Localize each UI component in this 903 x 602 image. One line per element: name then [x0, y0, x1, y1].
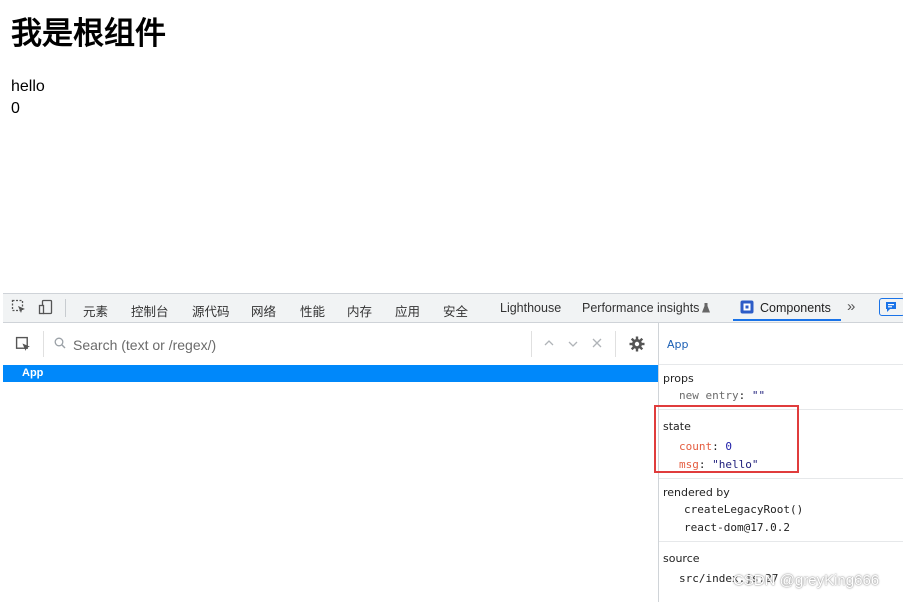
watermark: CSDN @greyKing666 [733, 572, 880, 589]
experiment-flask-icon [702, 303, 711, 313]
inspect-element-icon[interactable] [11, 299, 27, 315]
tab-network[interactable]: 网络 [251, 301, 276, 320]
gear-icon[interactable] [629, 336, 645, 352]
divider [659, 478, 903, 479]
state-highlight-box [654, 405, 799, 473]
clear-search-icon[interactable] [592, 338, 602, 348]
chat-icon [886, 302, 896, 312]
rendered-page: 我是根组件 hello 0 [0, 0, 903, 293]
divider [659, 364, 903, 365]
tab-performance[interactable]: 性能 [300, 301, 325, 320]
rendered-by-item[interactable]: react-dom@17.0.2 [684, 521, 790, 534]
chat-feedback-button[interactable] [879, 298, 903, 316]
tab-application[interactable]: 应用 [395, 301, 420, 320]
inspected-component-name: App [667, 338, 689, 351]
react-components-icon [740, 300, 754, 314]
tab-memory[interactable]: 内存 [347, 301, 372, 320]
tree-row-app[interactable]: App [3, 365, 658, 382]
component-tree-pane: App [3, 323, 659, 602]
tree-row-label: App [22, 367, 44, 379]
tab-lighthouse[interactable]: Lighthouse [500, 301, 561, 315]
page-heading: 我是根组件 [11, 16, 166, 52]
devtools-tabbar: 元素 控制台 源代码 网络 性能 内存 应用 安全 Lighthouse Per… [3, 294, 903, 323]
tab-console[interactable]: 控制台 [131, 301, 169, 320]
msg-text: hello [11, 78, 45, 95]
search-input[interactable] [73, 336, 513, 354]
rendered-by-item[interactable]: createLegacyRoot() [684, 503, 803, 516]
prop-key: new entry [679, 389, 739, 402]
search-divider-2 [531, 331, 532, 357]
count-text: 0 [11, 100, 20, 117]
next-result-icon[interactable] [568, 340, 578, 348]
tabbar-divider [65, 299, 66, 317]
more-tabs-button[interactable]: » [847, 298, 855, 315]
previous-result-icon[interactable] [544, 339, 554, 347]
search-divider [43, 331, 44, 357]
search-divider-3 [615, 331, 616, 357]
tab-components[interactable]: Components [760, 301, 831, 315]
source-header: source [663, 552, 700, 565]
prop-row[interactable]: new entry: "" [679, 389, 765, 402]
active-tab-indicator [733, 319, 841, 321]
tab-sources[interactable]: 源代码 [192, 301, 230, 320]
tab-performance-insights-label: Performance insights [582, 301, 700, 315]
prop-value[interactable]: "" [752, 389, 765, 402]
tab-security[interactable]: 安全 [443, 301, 468, 320]
device-toolbar-icon[interactable] [38, 299, 54, 315]
component-search-bar [3, 323, 658, 366]
search-icon [54, 337, 66, 349]
rendered-by-header: rendered by [663, 486, 730, 499]
tab-elements[interactable]: 元素 [83, 301, 108, 320]
divider [659, 541, 903, 542]
left-edge [0, 0, 3, 293]
props-header: props [663, 372, 694, 385]
tab-performance-insights[interactable]: Performance insights [582, 301, 711, 315]
select-component-icon[interactable] [15, 336, 32, 353]
